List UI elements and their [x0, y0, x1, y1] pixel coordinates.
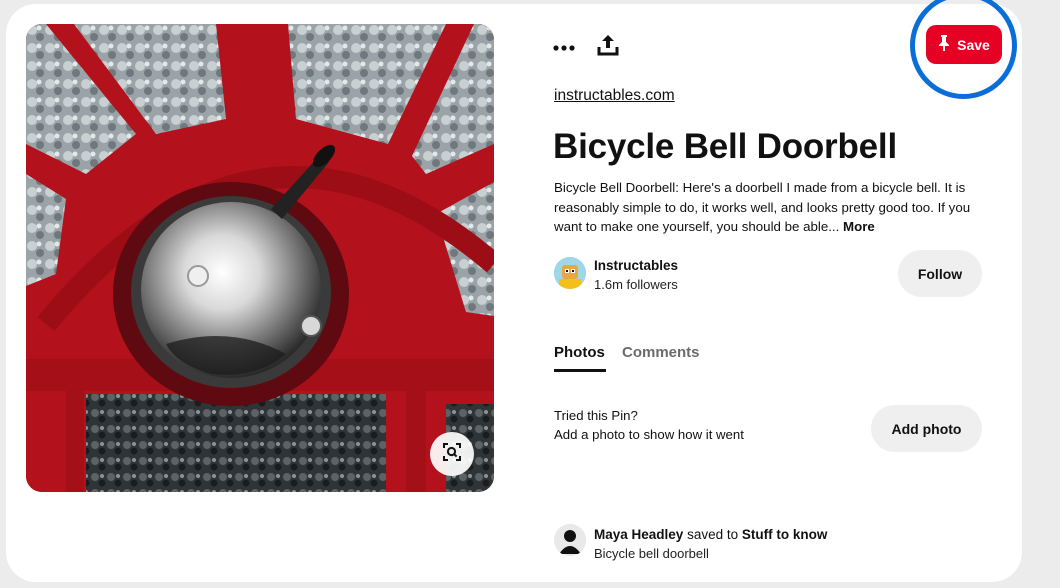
activity-action: saved to: [683, 527, 742, 542]
bicycle-bell-photo: [26, 24, 494, 492]
ellipsis-icon: [553, 38, 575, 56]
saver-avatar[interactable]: [554, 524, 586, 556]
saver-name[interactable]: Maya Headley: [594, 527, 683, 542]
active-tab-indicator: [554, 369, 606, 372]
save-button[interactable]: Save: [926, 25, 1002, 64]
creator-name[interactable]: Instructables: [594, 258, 678, 273]
pin-image[interactable]: [26, 24, 494, 492]
saved-pin-note: Bicycle bell doorbell: [594, 546, 709, 561]
tried-pin-subtitle: Add a photo to show how it went: [554, 427, 744, 442]
activity-line: Maya Headley saved to Stuff to know: [594, 527, 827, 542]
save-button-label: Save: [957, 36, 990, 53]
share-upload-icon: [597, 34, 619, 61]
visual-search-icon: [442, 442, 462, 467]
follow-button[interactable]: Follow: [898, 250, 982, 297]
pushpin-icon: [938, 35, 950, 54]
pin-title: Bicycle Bell Doorbell: [553, 127, 897, 166]
description-text: Bicycle Bell Doorbell: Here's a doorbell…: [554, 180, 971, 234]
follower-count: 1.6m followers: [594, 277, 678, 292]
source-link[interactable]: instructables.com: [554, 87, 675, 105]
pin-description: Bicycle Bell Doorbell: Here's a doorbell…: [554, 178, 994, 237]
visual-search-button[interactable]: [430, 432, 474, 476]
tab-photos[interactable]: Photos: [554, 344, 605, 361]
tab-comments[interactable]: Comments: [622, 344, 700, 361]
share-button[interactable]: [594, 34, 622, 60]
tried-pin-title: Tried this Pin?: [554, 408, 638, 423]
more-options-button[interactable]: [550, 34, 578, 60]
add-photo-button[interactable]: Add photo: [871, 405, 982, 452]
board-name[interactable]: Stuff to know: [742, 527, 827, 542]
creator-avatar[interactable]: [554, 257, 586, 289]
more-link[interactable]: More: [843, 219, 875, 234]
user-silhouette-icon: [554, 524, 586, 556]
